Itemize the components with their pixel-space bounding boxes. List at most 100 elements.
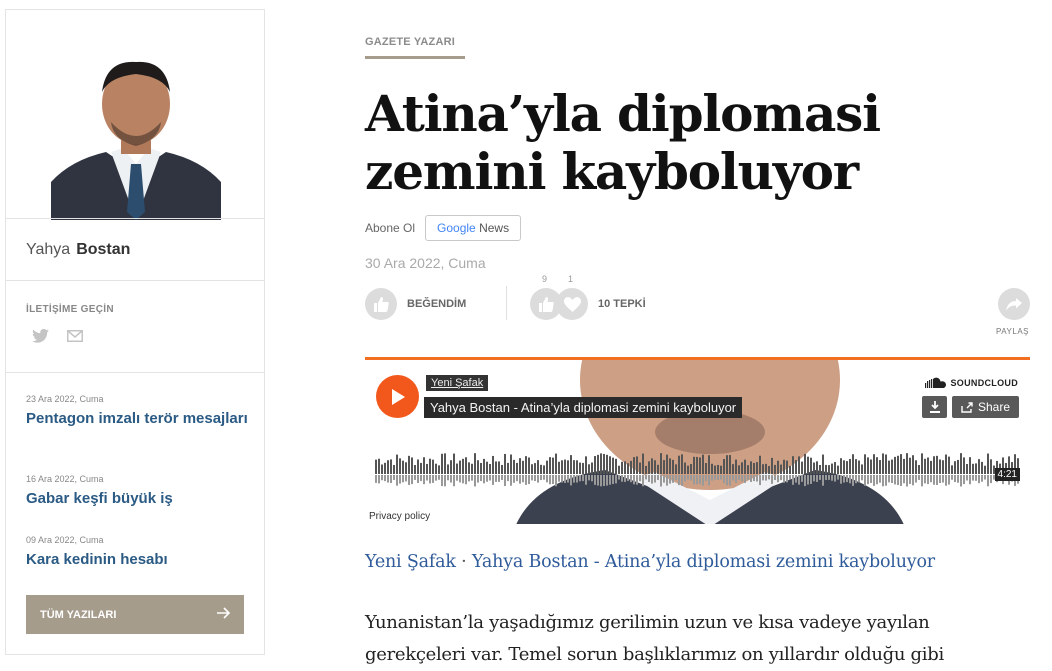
waveform-bar-reflection (609, 475, 611, 485)
waveform-bar-reflection (528, 475, 530, 485)
soundcloud-share-button[interactable]: Share (952, 396, 1019, 418)
soundcloud-logo[interactable]: SOUNDCLOUD (924, 377, 1019, 388)
waveform-bar-reflection (786, 475, 788, 483)
waveform-bar-reflection (699, 475, 701, 485)
share-icon (961, 401, 973, 413)
recent-post-title[interactable]: Pentagon imzalı terör mesajları (26, 409, 256, 428)
waveform-bar (891, 459, 893, 474)
waveform-bar-reflection (879, 475, 881, 483)
download-button[interactable] (922, 396, 947, 418)
soundcloud-player[interactable]: Yeni Şafak Yahya Bostan - Atina’yla dipl… (365, 357, 1030, 524)
waveform-bar (741, 462, 743, 474)
waveform-bar-reflection (768, 475, 770, 480)
waveform-bar-reflection (822, 475, 824, 486)
waveform-bar-reflection (489, 475, 491, 481)
waveform-bar-reflection (888, 475, 890, 483)
waveform-bar-reflection (444, 475, 446, 487)
recent-post-title[interactable]: Kara kedinin hesabı (26, 550, 256, 569)
waveform-bar (888, 460, 890, 474)
waveform-bar (771, 457, 773, 474)
waveform-bar (630, 460, 632, 474)
audio-waveform[interactable] (375, 450, 1020, 494)
love-reaction-icon[interactable] (556, 288, 588, 320)
waveform-bar (981, 461, 983, 474)
audio-source-name[interactable]: Yeni Şafak (365, 552, 456, 572)
waveform-bar-reflection (588, 475, 590, 481)
waveform-bar-reflection (483, 475, 485, 484)
waveform-bar-reflection (579, 475, 581, 482)
waveform-bar-reflection (789, 475, 791, 480)
waveform-bar-reflection (393, 475, 395, 480)
recent-post[interactable]: 09 Ara 2022, Cuma Kara kedinin hesabı (26, 535, 256, 569)
play-button[interactable] (376, 375, 419, 418)
waveform-bar (789, 465, 791, 474)
waveform-bar-reflection (690, 475, 692, 481)
waveform-bar (426, 463, 428, 474)
audio-source-link[interactable]: Yeni Şafak · Yahya Bostan - Atina’yla di… (365, 552, 935, 572)
waveform-bar (501, 464, 503, 474)
waveform-bar (960, 453, 962, 474)
waveform-bar-reflection (612, 475, 614, 484)
waveform-bar (753, 463, 755, 474)
waveform-bar-reflection (390, 475, 392, 484)
author-name[interactable]: Yahya Bostan (26, 241, 130, 259)
google-news-button[interactable]: Google News (425, 215, 522, 241)
waveform-bar (846, 461, 848, 474)
waveform-bar-reflection (477, 475, 479, 483)
waveform-bar-reflection (513, 475, 515, 483)
waveform-bar (822, 454, 824, 474)
waveform-bar (699, 457, 701, 474)
waveform-bar (945, 454, 947, 474)
like-button[interactable] (365, 288, 397, 320)
waveform-bar-reflection (984, 475, 986, 480)
waveform-bar (840, 458, 842, 474)
thumbs-up-icon (374, 296, 389, 312)
audio-link-separator: · (461, 552, 467, 572)
waveform-bar-reflection (972, 475, 974, 481)
soundcloud-track-title[interactable]: Yahya Bostan - Atina’yla diplomasi zemin… (424, 397, 743, 418)
waveform-bar (405, 462, 407, 474)
article-headline: Atina’yla diplomasi zemini kayboluyor (365, 84, 881, 201)
waveform-bar (528, 457, 530, 474)
share-button[interactable] (998, 288, 1030, 320)
waveform-bar-reflection (891, 475, 893, 483)
recent-post[interactable]: 23 Ara 2022, Cuma Pentagon imzalı terör … (26, 394, 256, 428)
reactions-total[interactable]: 10 TEPKİ (598, 298, 646, 310)
waveform-bar (921, 453, 923, 474)
recent-post-title[interactable]: Gabar keşfi büyük iş (26, 489, 256, 508)
waveform-bar (474, 453, 476, 474)
waveform-bar (459, 460, 461, 474)
waveform-bar-reflection (846, 475, 848, 483)
category-label[interactable]: GAZETE YAZARI (365, 36, 465, 59)
twitter-icon[interactable] (32, 328, 49, 343)
waveform-bar (705, 463, 707, 474)
waveform-bar (957, 459, 959, 474)
waveform-bar-reflection (825, 475, 827, 480)
waveform-bar (588, 464, 590, 474)
waveform-bar-reflection (693, 475, 695, 485)
all-posts-button[interactable]: TÜM YAZILARI (26, 595, 244, 634)
waveform-bar-reflection (753, 475, 755, 482)
waveform-bar-reflection (381, 475, 383, 481)
waveform-bar (675, 464, 677, 474)
waveform-bar (483, 458, 485, 474)
recent-post[interactable]: 16 Ara 2022, Cuma Gabar keşfi büyük iş (26, 474, 256, 508)
waveform-bar-reflection (651, 475, 653, 484)
like-label[interactable]: BEĞENDİM (407, 298, 466, 310)
waveform-bar (489, 464, 491, 474)
waveform-bar (870, 459, 872, 474)
soundcloud-user-link[interactable]: Yeni Şafak (426, 375, 489, 391)
waveform-bar-reflection (882, 475, 884, 487)
mail-icon[interactable] (67, 329, 84, 343)
privacy-policy-link[interactable]: Privacy policy (366, 509, 434, 524)
waveform-bar (408, 455, 410, 474)
audio-track-name[interactable]: Yahya Bostan - Atina’yla diplomasi zemin… (472, 552, 935, 572)
waveform-bar (726, 455, 728, 474)
waveform-bar-reflection (564, 475, 566, 483)
waveform-bar (549, 457, 551, 474)
waveform-bar-reflection (750, 475, 752, 482)
waveform-bar-reflection (426, 475, 428, 481)
waveform-bar-reflection (936, 475, 938, 485)
waveform-bar-reflection (552, 475, 554, 485)
waveform-bar (639, 462, 641, 474)
